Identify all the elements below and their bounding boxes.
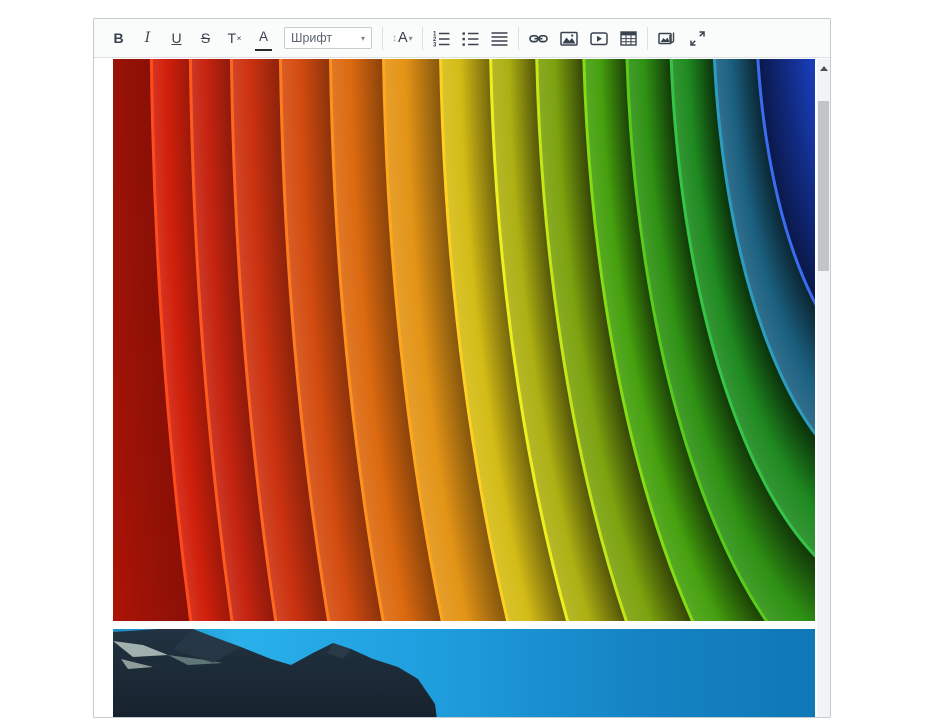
image-button[interactable] xyxy=(560,26,578,51)
link-icon xyxy=(529,30,548,47)
toolbar-separator xyxy=(382,27,383,50)
video-icon xyxy=(590,30,608,47)
align-justify-button[interactable] xyxy=(491,26,508,51)
remove-format-x: × xyxy=(237,34,242,43)
table-icon xyxy=(620,30,637,47)
font-size-letter: A xyxy=(398,30,408,46)
strikethrough-button[interactable]: S xyxy=(197,26,214,51)
bulleted-list-button[interactable] xyxy=(462,26,479,51)
svg-text:3: 3 xyxy=(433,42,437,47)
scrollbar-thumb[interactable] xyxy=(818,101,829,271)
mountain-photo-image[interactable] xyxy=(113,629,815,718)
font-family-dropdown[interactable]: Шрифт ▾ xyxy=(284,27,372,49)
remove-format-button[interactable]: T× xyxy=(226,26,243,51)
rich-text-editor: B I U S T× A Шрифт ▾ ↕ A ▾ 123 xyxy=(93,18,831,718)
editor-content-area[interactable] xyxy=(94,58,830,718)
table-button[interactable] xyxy=(620,26,637,51)
numbered-list-button[interactable]: 123 xyxy=(433,26,450,51)
scrollbar-up-button[interactable] xyxy=(817,61,830,75)
italic-button[interactable]: I xyxy=(139,26,156,51)
underline-button[interactable]: U xyxy=(168,26,185,51)
toolbar-separator xyxy=(422,27,423,50)
align-justify-icon xyxy=(491,30,508,47)
triangle-up-icon xyxy=(820,66,828,71)
vertical-scrollbar[interactable] xyxy=(817,59,830,717)
toolbar-separator xyxy=(518,27,519,50)
chevron-down-icon: ▾ xyxy=(361,34,365,43)
font-size-button[interactable]: ↕ A ▾ xyxy=(392,30,413,46)
toolbar-separator xyxy=(647,27,648,50)
image-attach-icon xyxy=(658,30,677,47)
link-button[interactable] xyxy=(529,26,548,51)
image-icon xyxy=(560,30,578,47)
bold-button[interactable]: B xyxy=(110,26,127,51)
maximize-icon xyxy=(689,30,706,47)
updown-arrows-icon: ↕ xyxy=(392,33,397,44)
text-color-button[interactable]: A xyxy=(255,26,272,51)
numbered-list-icon: 123 xyxy=(433,30,450,47)
bulleted-list-icon xyxy=(462,30,479,47)
attach-image-button[interactable] xyxy=(658,26,677,51)
font-family-value: Шрифт xyxy=(291,31,332,45)
remove-format-t: T xyxy=(227,31,236,45)
chevron-down-icon: ▾ xyxy=(409,34,413,43)
maximize-button[interactable] xyxy=(689,26,706,51)
rainbow-arcs-image[interactable] xyxy=(113,59,815,621)
editor-toolbar: B I U S T× A Шрифт ▾ ↕ A ▾ 123 xyxy=(94,19,830,58)
video-button[interactable] xyxy=(590,26,608,51)
